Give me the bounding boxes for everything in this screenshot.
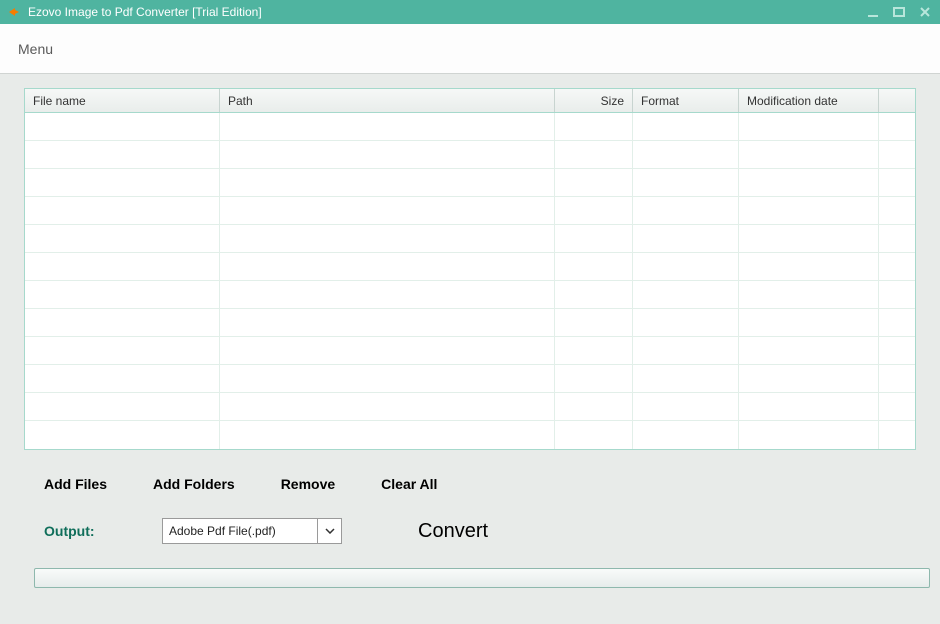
app-icon — [6, 4, 22, 20]
add-files-button[interactable]: Add Files — [44, 476, 107, 492]
table-body — [25, 113, 915, 449]
table-row[interactable] — [25, 421, 915, 449]
titlebar: Ezovo Image to Pdf Converter [Trial Edit… — [0, 0, 940, 24]
maximize-button[interactable] — [890, 4, 908, 20]
menubar: Menu — [0, 24, 940, 74]
action-toolbar: Add Files Add Folders Remove Clear All — [24, 450, 916, 500]
remove-button[interactable]: Remove — [281, 476, 335, 492]
table-row[interactable] — [25, 309, 915, 337]
progress-area — [24, 544, 916, 588]
column-header-format[interactable]: Format — [633, 89, 739, 112]
content-area: File name Path Size Format Modification … — [0, 74, 940, 598]
chevron-down-icon[interactable] — [317, 519, 341, 543]
table-row[interactable] — [25, 365, 915, 393]
table-row[interactable] — [25, 337, 915, 365]
close-button[interactable] — [916, 4, 934, 20]
column-header-date[interactable]: Modification date — [739, 89, 879, 112]
output-row: Output: Adobe Pdf File(.pdf) Convert — [24, 500, 916, 544]
table-row[interactable] — [25, 253, 915, 281]
table-row[interactable] — [25, 113, 915, 141]
column-header-filename[interactable]: File name — [25, 89, 220, 112]
output-format-value: Adobe Pdf File(.pdf) — [163, 519, 317, 543]
clear-all-button[interactable]: Clear All — [381, 476, 437, 492]
column-header-size[interactable]: Size — [555, 89, 633, 112]
file-table[interactable]: File name Path Size Format Modification … — [24, 88, 916, 450]
table-row[interactable] — [25, 393, 915, 421]
table-row[interactable] — [25, 197, 915, 225]
minimize-button[interactable] — [864, 4, 882, 20]
table-row[interactable] — [25, 169, 915, 197]
progress-bar — [34, 568, 930, 588]
menu-button[interactable]: Menu — [18, 41, 53, 57]
column-header-path[interactable]: Path — [220, 89, 555, 112]
table-row[interactable] — [25, 281, 915, 309]
window-title: Ezovo Image to Pdf Converter [Trial Edit… — [28, 5, 864, 19]
window-controls — [864, 4, 934, 20]
table-row[interactable] — [25, 141, 915, 169]
output-label: Output: — [44, 523, 134, 539]
add-folders-button[interactable]: Add Folders — [153, 476, 235, 492]
column-header-blank — [879, 89, 915, 112]
table-row[interactable] — [25, 225, 915, 253]
convert-button[interactable]: Convert — [418, 520, 488, 543]
table-header: File name Path Size Format Modification … — [25, 89, 915, 113]
output-format-combo[interactable]: Adobe Pdf File(.pdf) — [162, 518, 342, 544]
